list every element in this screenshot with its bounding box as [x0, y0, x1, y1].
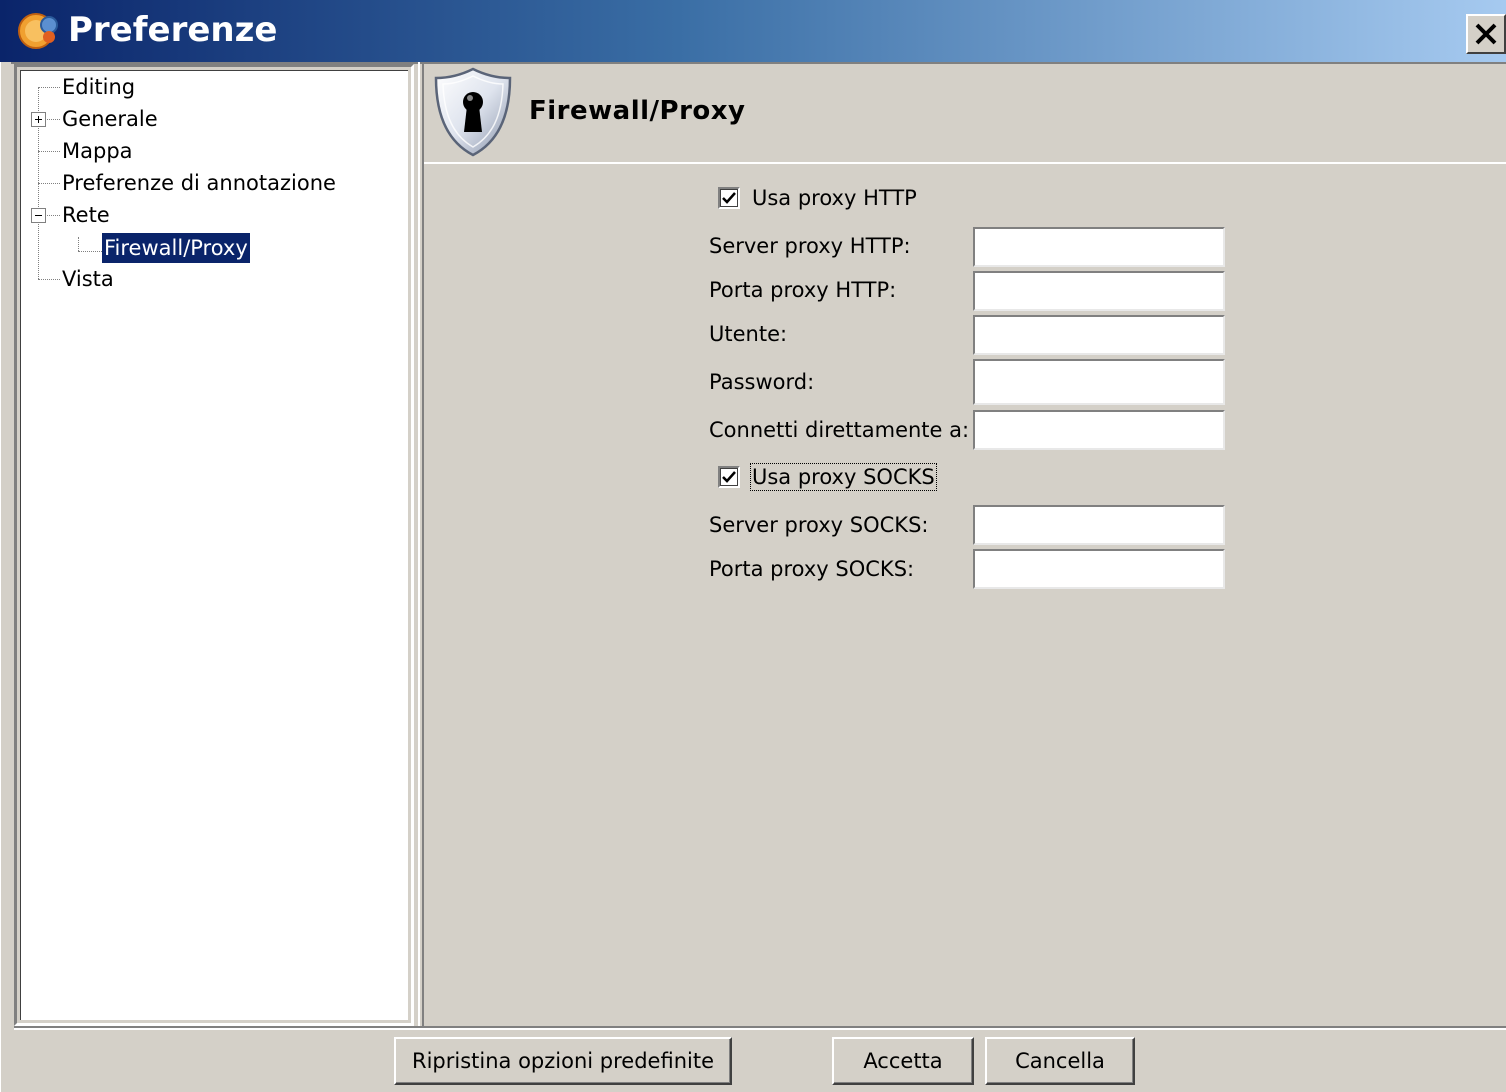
socks-port-label: Porta proxy SOCKS:	[709, 557, 915, 581]
close-button[interactable]	[1466, 14, 1506, 54]
use-socks-proxy-row[interactable]: Usa proxy SOCKS	[718, 463, 937, 491]
restore-defaults-button[interactable]: Ripristina opzioni predefinite	[394, 1037, 732, 1085]
http-server-input[interactable]	[973, 227, 1225, 267]
app-logo-icon	[16, 11, 60, 51]
content-header: Firewall/Proxy	[424, 62, 1506, 164]
title-bar[interactable]: Preferenze	[0, 0, 1506, 64]
tree-item-label: Generale	[62, 107, 158, 131]
close-icon	[1475, 23, 1497, 45]
tree-item-vista[interactable]: Vista	[60, 264, 116, 294]
use-http-proxy-label[interactable]: Usa proxy HTTP	[752, 186, 917, 210]
http-server-label: Server proxy HTTP:	[709, 234, 911, 258]
user-label: Utente:	[709, 322, 788, 346]
http-port-input[interactable]	[973, 271, 1225, 311]
tree-item-label: Preferenze di annotazione	[62, 171, 336, 195]
tree-item-mappa[interactable]: Mappa	[60, 136, 135, 166]
panel-divider[interactable]	[418, 62, 424, 1026]
header-divider	[424, 162, 1506, 164]
preferences-tree[interactable]: Editing Generale Mappa Preferenze di ann…	[20, 70, 408, 1020]
tree-line	[38, 151, 60, 152]
window-edge	[0, 62, 11, 1092]
direct-connect-label: Connetti direttamente a:	[709, 418, 970, 442]
tree-item-editing[interactable]: Editing	[60, 72, 137, 102]
tree-line	[38, 87, 60, 88]
socks-server-label: Server proxy SOCKS:	[709, 513, 929, 537]
tree-item-firewall-proxy[interactable]: Firewall/Proxy	[102, 233, 250, 263]
shield-keyhole-icon	[432, 66, 514, 158]
tree-item-label: Rete	[62, 203, 110, 227]
use-socks-proxy-label[interactable]: Usa proxy SOCKS	[750, 463, 937, 491]
accept-button[interactable]: Accetta	[832, 1037, 974, 1085]
tree-item-preferenze-annotazione[interactable]: Preferenze di annotazione	[60, 168, 338, 198]
checkmark-icon	[722, 471, 736, 483]
window-title: Preferenze	[68, 10, 278, 50]
tree-item-label: Firewall/Proxy	[104, 236, 248, 260]
preferences-tree-panel: Editing Generale Mappa Preferenze di ann…	[14, 64, 414, 1026]
socks-port-input[interactable]	[973, 549, 1225, 589]
tree-item-label: Editing	[62, 75, 136, 99]
password-label: Password:	[709, 370, 815, 394]
tree-line	[78, 251, 102, 252]
page-title: Firewall/Proxy	[529, 96, 746, 126]
tree-line	[78, 237, 79, 251]
cancel-button[interactable]: Cancella	[985, 1037, 1135, 1085]
use-http-proxy-row[interactable]: Usa proxy HTTP	[718, 184, 917, 212]
password-input[interactable]	[973, 359, 1225, 405]
tree-item-rete[interactable]: Rete	[60, 200, 112, 230]
use-http-proxy-checkbox[interactable]	[718, 187, 740, 209]
checkmark-icon	[722, 192, 736, 204]
expand-plus-icon[interactable]	[31, 112, 46, 127]
http-port-label: Porta proxy HTTP:	[709, 278, 897, 302]
collapse-minus-icon[interactable]	[31, 208, 46, 223]
footer-divider	[14, 1028, 1506, 1030]
direct-connect-input[interactable]	[973, 410, 1225, 450]
use-socks-proxy-checkbox[interactable]	[718, 466, 740, 488]
tree-line	[38, 279, 60, 280]
tree-line	[38, 183, 60, 184]
user-input[interactable]	[973, 315, 1225, 355]
tree-item-generale[interactable]: Generale	[60, 104, 160, 134]
socks-server-input[interactable]	[973, 505, 1225, 545]
tree-item-label: Mappa	[62, 139, 133, 163]
tree-item-label: Vista	[62, 267, 114, 291]
